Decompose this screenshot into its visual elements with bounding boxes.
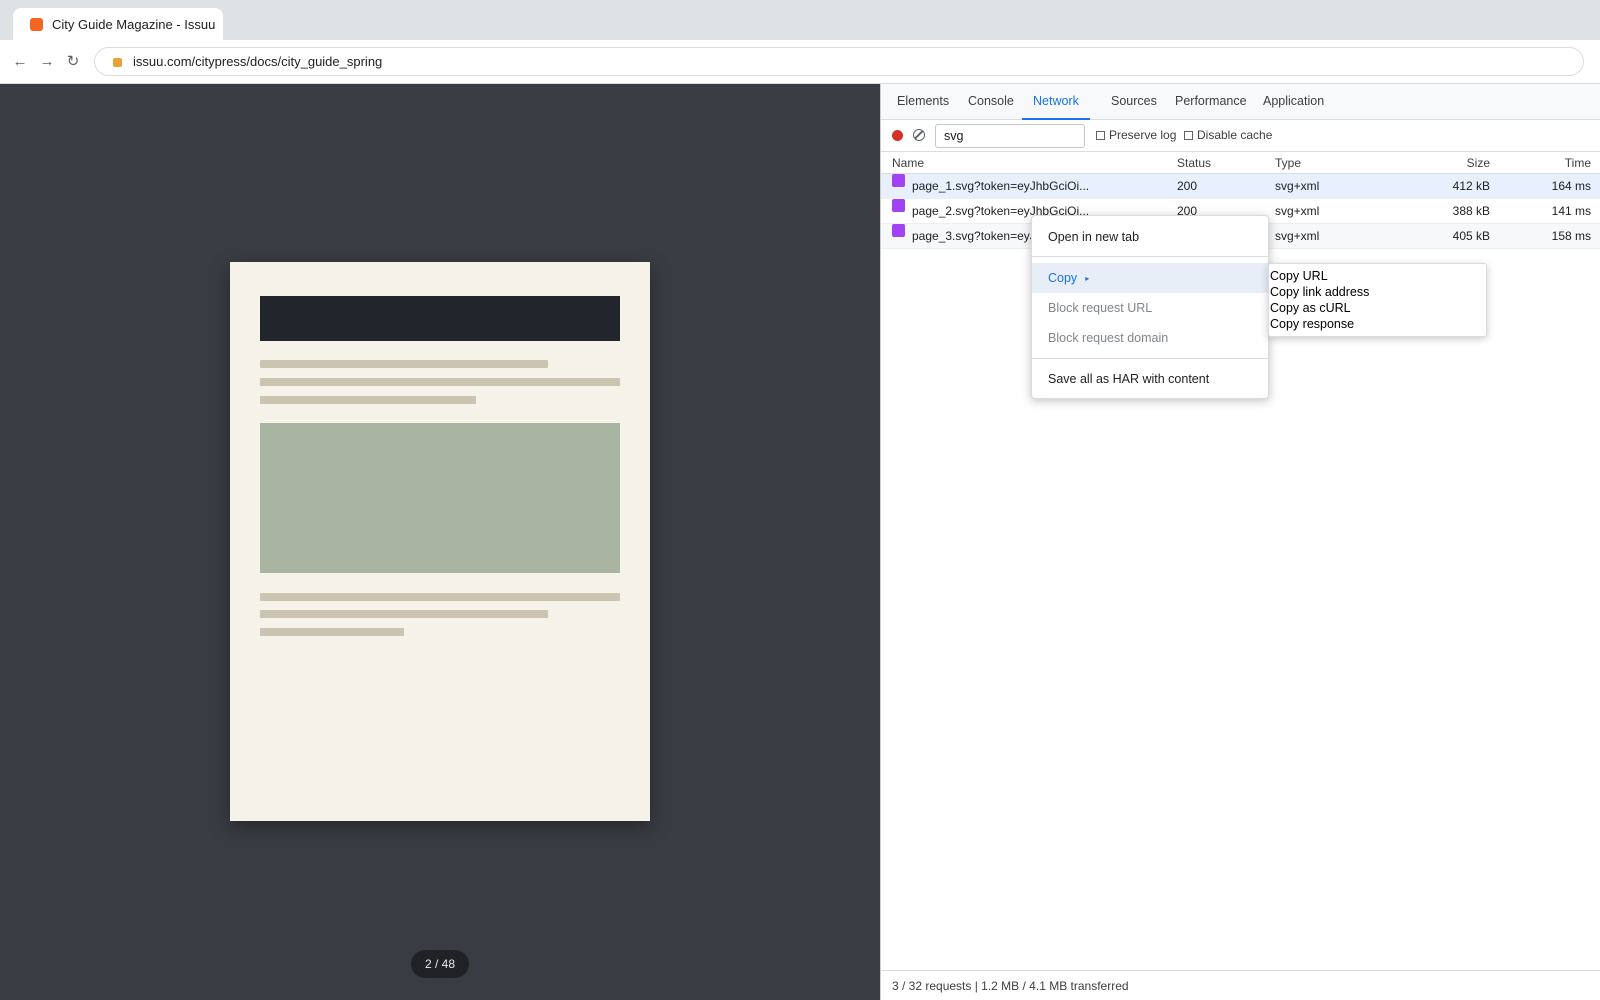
tab-performance[interactable]: Performance [1164, 84, 1258, 120]
submenu-item-copy-response[interactable]: Copy response [1269, 316, 1486, 332]
lock-icon [113, 58, 122, 67]
row-status: 200 [1177, 179, 1198, 193]
network-status-bar: 3 / 32 requests | 1.2 MB / 4.1 MB transf… [881, 970, 1600, 1000]
text-line-placeholder [260, 610, 548, 618]
tab-network[interactable]: Network [1022, 84, 1090, 120]
disable-cache-checkbox[interactable]: Disable cache [1184, 128, 1272, 142]
magazine-page[interactable] [230, 262, 650, 821]
row-time: 164 ms [1551, 179, 1591, 193]
submenu-arrow-icon: ▸ [1085, 274, 1090, 283]
context-menu: Open in new tab Copy ▸ Block request URL … [1031, 215, 1269, 399]
disable-cache-label: Disable cache [1197, 128, 1273, 142]
column-size[interactable]: Size [1467, 152, 1490, 174]
network-toolbar: Preserve log Disable cache [881, 120, 1600, 152]
browser-tab[interactable]: City Guide Magazine - Issuu [13, 8, 223, 40]
tab-elements[interactable]: Elements [886, 84, 960, 120]
clear-icon[interactable] [913, 129, 925, 141]
row-type: svg+xml [1275, 204, 1320, 218]
checkbox-icon [1184, 130, 1193, 140]
row-type: svg+xml [1275, 179, 1320, 193]
row-size: 412 kB [1452, 179, 1490, 193]
row-time: 141 ms [1551, 204, 1591, 218]
tab-application[interactable]: Application [1252, 84, 1335, 120]
column-type[interactable]: Type [1275, 152, 1301, 174]
row-type: svg+xml [1275, 229, 1320, 243]
row-time: 158 ms [1551, 229, 1591, 243]
network-column-header: Name Status Type Size Time [881, 152, 1600, 174]
tab-sources[interactable]: Sources [1100, 84, 1168, 120]
checkbox-icon [1096, 130, 1105, 140]
tab-strip: City Guide Magazine - Issuu [0, 0, 1600, 40]
reload-icon[interactable]: ↻ [63, 52, 83, 72]
record-icon[interactable] [892, 130, 903, 141]
forward-arrow-icon[interactable]: → [37, 52, 57, 72]
svg-file-icon [892, 224, 905, 237]
browser-toolbar: ← → ↻ issuu.com/citypress/docs/city_guid… [0, 40, 1600, 84]
url-text: issuu.com/citypress/docs/city_guide_spri… [133, 54, 383, 69]
back-arrow-icon[interactable]: ← [10, 52, 30, 72]
devtools-tab-bar: Elements Console Network Sources Perform… [881, 84, 1600, 120]
menu-separator [1032, 256, 1268, 257]
menu-separator [1032, 358, 1268, 359]
tab-console[interactable]: Console [957, 84, 1025, 120]
menu-item-open-in-new-tab[interactable]: Open in new tab [1032, 222, 1268, 252]
row-size: 388 kB [1452, 204, 1490, 218]
copy-submenu: Copy URL Copy link address Copy as cURL … [1268, 263, 1487, 337]
submenu-item-copy-as-curl[interactable]: Copy as cURL [1269, 300, 1486, 316]
page-image-placeholder [260, 423, 620, 573]
page-indicator: 2 / 48 [411, 950, 469, 978]
menu-item-block-request-url: Block request URL [1048, 301, 1153, 315]
text-line-placeholder [260, 628, 404, 636]
table-row[interactable]: page_1.svg?token=eyJhbGciOi... 200 svg+x… [881, 174, 1600, 199]
svg-file-icon [892, 174, 905, 187]
column-time[interactable]: Time [1565, 152, 1591, 174]
text-line-placeholder [260, 593, 620, 601]
preserve-log-label: Preserve log [1109, 128, 1177, 142]
column-name[interactable]: Name [892, 152, 924, 174]
menu-item-copy[interactable]: Copy ▸ [1032, 263, 1268, 293]
row-name: page_1.svg?token=eyJhbGciOi... [912, 179, 1090, 193]
page-header-block [260, 296, 620, 341]
submenu-item-copy-url[interactable]: Copy URL [1269, 268, 1486, 284]
submenu-item-copy-link-address[interactable]: Copy link address [1269, 284, 1486, 300]
menu-item-save-har[interactable]: Save all as HAR with content [1032, 364, 1268, 394]
tab-title: City Guide Magazine - Issuu [52, 16, 216, 32]
row-size: 405 kB [1452, 229, 1490, 243]
magazine-reader: 2 / 48 [0, 84, 880, 1000]
filter-input[interactable] [935, 124, 1085, 148]
menu-item-block-request-domain: Block request domain [1048, 331, 1169, 345]
address-bar[interactable]: issuu.com/citypress/docs/city_guide_spri… [94, 47, 1584, 76]
column-status[interactable]: Status [1177, 152, 1211, 174]
menu-item-copy-label: Copy [1048, 271, 1078, 285]
svg-file-icon [892, 199, 905, 212]
text-line-placeholder [260, 378, 620, 386]
issuu-favicon-icon [30, 17, 43, 31]
preserve-log-checkbox[interactable]: Preserve log [1096, 128, 1176, 142]
text-line-placeholder [260, 360, 548, 368]
text-line-placeholder [260, 396, 476, 404]
